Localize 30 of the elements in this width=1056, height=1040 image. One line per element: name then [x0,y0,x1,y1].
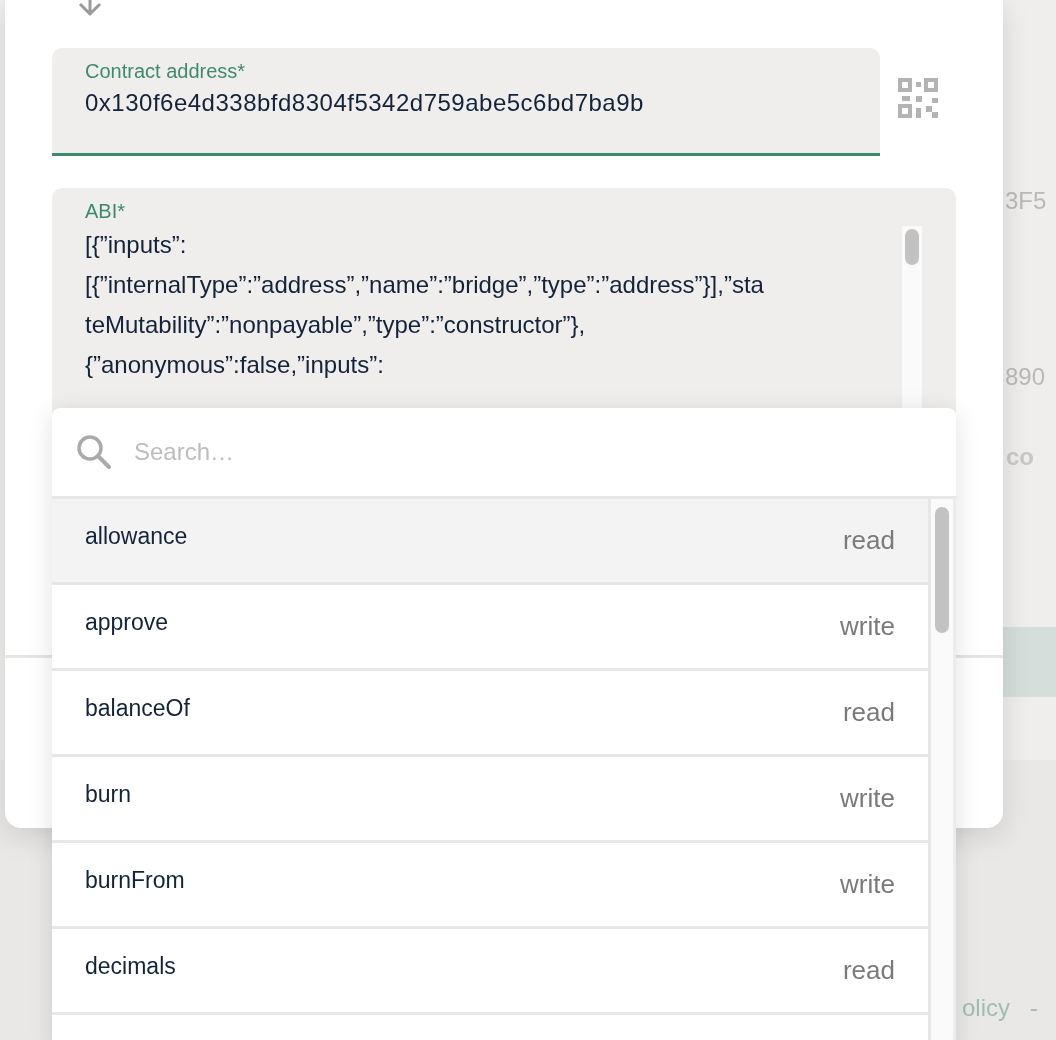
method-item[interactable]: decimals read [52,929,928,1015]
method-item[interactable]: allowance read [52,499,928,585]
method-type: write [840,783,895,814]
method-item[interactable]: balanceOf read [52,671,928,757]
qr-code-icon[interactable] [898,78,938,118]
abi-text-line: teMutability”:”nonpayable”,”type”:”constructor”}, [85,310,587,340]
method-name: burn [85,781,132,808]
method-name: allowance [85,523,188,550]
method-type: read [842,955,895,986]
field-label: ABI* [85,200,126,222]
method-item[interactable]: burn write [52,757,928,843]
method-type: write [840,611,895,642]
field-value: 0x130f6e4d338bfd8304f5342d759abe5c6bd7ba9b [85,89,645,117]
method-name: burnFrom [85,867,185,894]
method-type: read [842,697,895,728]
method-name: approve [85,609,169,636]
field-label: Contract address* [85,60,247,83]
method-item[interactable]: approve write [52,585,928,671]
search-field[interactable]: Search… [132,437,932,467]
method-item[interactable]: burnFrom write [52,843,928,929]
abi-text-line: {”anonymous”:false,”inputs”: [85,350,385,380]
abi-text-line: [{”inputs”: [85,230,188,260]
method-name: balanceOf [85,695,190,722]
search-icon [76,434,112,470]
method-type: read [842,525,895,556]
abi-text-line: [{”internalType”:”address”,”name”:”bridge”,”type”:”address”}],”sta [85,270,765,300]
method-name: decimals [85,953,176,980]
method-type: write [840,869,895,900]
scrollbar[interactable] [928,499,956,1040]
contract-address-field[interactable]: Contract address* 0x130f6e4d338bfd8304f5342d759abe5c6bd7ba9b [52,48,880,156]
